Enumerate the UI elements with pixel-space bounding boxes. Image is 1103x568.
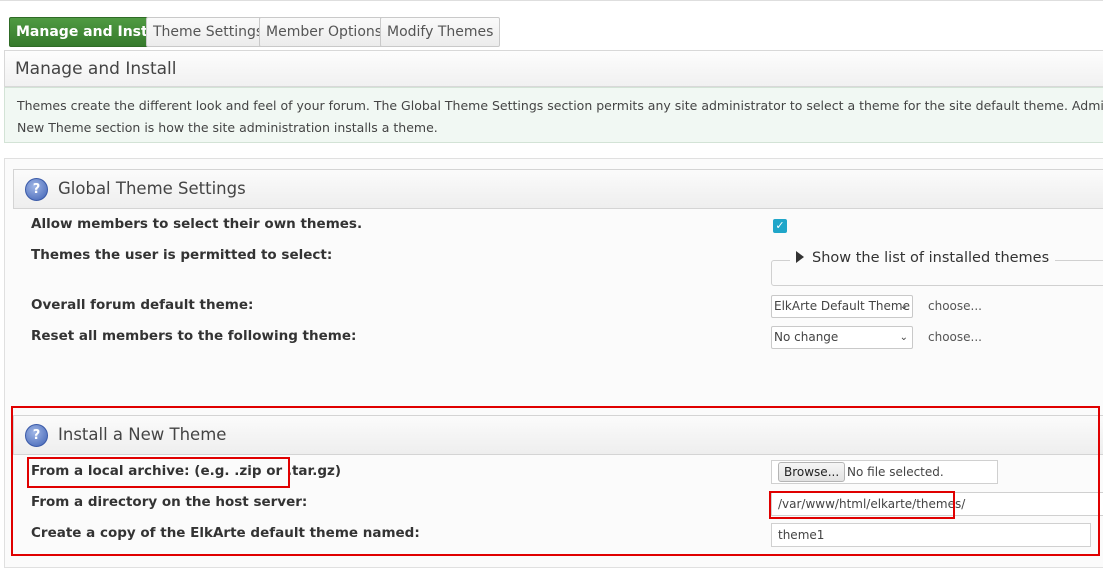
info-box: Themes create the different look and fee… [4, 87, 1103, 143]
show-installed-themes-toggle[interactable]: Show the list of installed themes [790, 250, 1056, 266]
default-theme-select[interactable]: ElkArte Default Theme ⌄ [771, 295, 913, 318]
page-title: Manage and Install [4, 50, 1103, 87]
tab-member-options[interactable]: Member Options [259, 17, 390, 47]
archive-label-highlight [27, 457, 290, 488]
show-list-label: Show the list of installed themes [812, 250, 1050, 266]
choose-default-theme-link[interactable]: choose... [928, 299, 982, 313]
permitted-themes-label: Themes the user is permitted to select: [31, 247, 333, 263]
reset-theme-select[interactable]: No change ⌄ [771, 326, 913, 349]
tab-theme-settings[interactable]: Theme Settings [146, 17, 271, 47]
allow-members-checkbox[interactable]: ✓ [773, 219, 787, 233]
info-text-line2: New Theme section is how the site admini… [17, 120, 438, 135]
section-title: Global Theme Settings [58, 179, 246, 198]
triangle-right-icon [796, 251, 804, 263]
reset-theme-value: No change [774, 330, 839, 344]
allow-members-label: Allow members to select their own themes… [31, 216, 363, 232]
choose-reset-theme-link[interactable]: choose... [928, 330, 982, 344]
info-text-line1: Themes create the different look and fee… [17, 98, 1103, 113]
default-theme-value: ElkArte Default Theme [774, 299, 910, 313]
help-icon[interactable]: ? [25, 178, 48, 201]
chevron-down-icon: ⌄ [899, 301, 908, 312]
top-divider [0, 0, 1103, 1]
tab-modify-themes[interactable]: Modify Themes [380, 17, 501, 47]
directory-input-highlight [769, 491, 955, 519]
default-theme-label: Overall forum default theme: [31, 297, 254, 313]
reset-members-label: Reset all members to the following theme… [31, 328, 357, 344]
global-theme-settings-header: ? Global Theme Settings [13, 169, 1103, 209]
chevron-down-icon: ⌄ [899, 332, 908, 343]
